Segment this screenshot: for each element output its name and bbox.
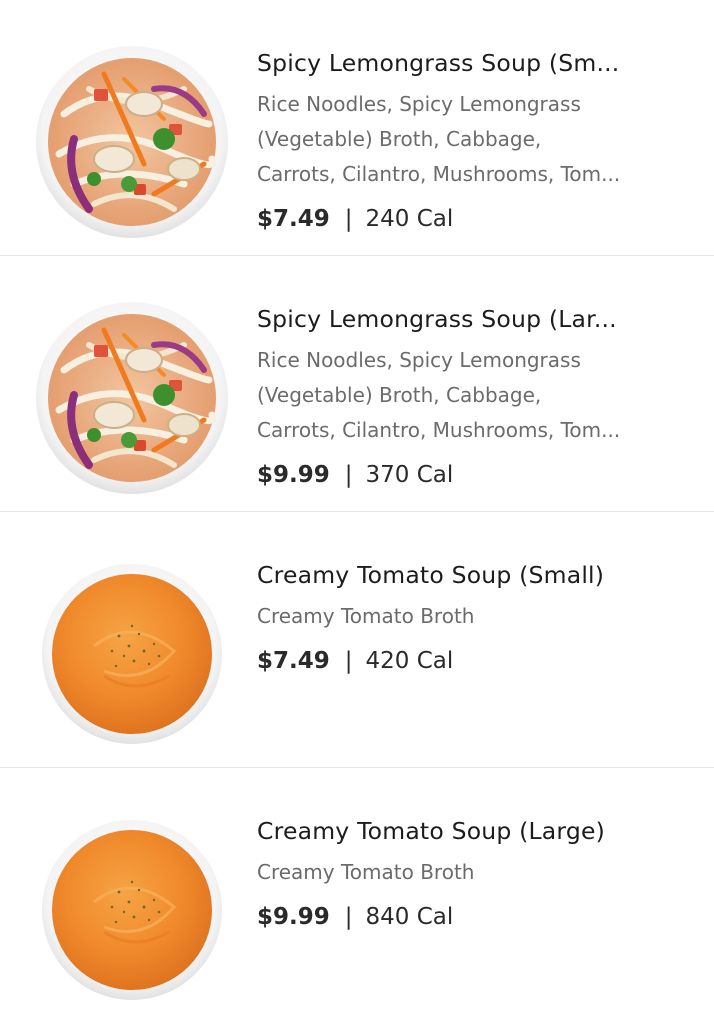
menu-item-info: Spicy Lemongrass Soup (Lar... Rice Noodl… (257, 304, 677, 490)
item-calories: 420 Cal (365, 648, 454, 674)
menu-item-tomato-large[interactable]: Creamy Tomato Soup (Large) Creamy Tomato… (0, 768, 714, 1027)
item-price: $7.49 (257, 206, 330, 232)
description-line: Carrots, Cilantro, Mushrooms, Tom... (257, 418, 621, 442)
price-calories: $9.99 | 840 Cal (257, 902, 677, 932)
separator: | (344, 462, 353, 488)
description-line: Carrots, Cilantro, Mushrooms, Tom... (257, 162, 621, 186)
item-description: Rice Noodles, Spicy Lemongrass (Vegetabl… (257, 87, 677, 192)
item-description: Creamy Tomato Broth (257, 599, 677, 634)
price-calories: $7.49 | 240 Cal (257, 204, 677, 234)
item-title[interactable]: Spicy Lemongrass Soup (Sm... (257, 48, 677, 78)
menu-item-tomato-small[interactable]: Creamy Tomato Soup (Small) Creamy Tomato… (0, 512, 714, 768)
item-calories: 370 Cal (365, 462, 454, 488)
item-description: Creamy Tomato Broth (257, 855, 677, 890)
item-price: $7.49 (257, 648, 330, 674)
description-line: Creamy Tomato Broth (257, 604, 475, 628)
item-title[interactable]: Spicy Lemongrass Soup (Lar... (257, 304, 677, 334)
item-title[interactable]: Creamy Tomato Soup (Large) (257, 816, 677, 846)
menu-item-lemongrass-large[interactable]: Spicy Lemongrass Soup (Lar... Rice Noodl… (0, 256, 714, 512)
description-line: Rice Noodles, Spicy Lemongrass (257, 348, 581, 372)
item-calories: 840 Cal (365, 904, 454, 930)
tomato-soup-image (34, 812, 230, 1008)
description-line: (Vegetable) Broth, Cabbage, (257, 127, 542, 151)
lemongrass-soup-image (34, 300, 230, 496)
item-price: $9.99 (257, 462, 330, 488)
separator: | (344, 206, 353, 232)
price-calories: $9.99 | 370 Cal (257, 460, 677, 490)
lemongrass-soup-image (34, 44, 230, 240)
menu-item-info: Creamy Tomato Soup (Large) Creamy Tomato… (257, 816, 677, 932)
menu-list: Spicy Lemongrass Soup (Sm... Rice Noodle… (0, 0, 714, 1024)
menu-item-info: Spicy Lemongrass Soup (Sm... Rice Noodle… (257, 48, 677, 234)
tomato-soup-image (34, 556, 230, 752)
description-line: Rice Noodles, Spicy Lemongrass (257, 92, 581, 116)
price-calories: $7.49 | 420 Cal (257, 646, 677, 676)
separator: | (344, 904, 353, 930)
item-price: $9.99 (257, 904, 330, 930)
separator: | (344, 648, 353, 674)
item-calories: 240 Cal (365, 206, 454, 232)
description-line: Creamy Tomato Broth (257, 860, 475, 884)
menu-item-info: Creamy Tomato Soup (Small) Creamy Tomato… (257, 560, 677, 676)
description-line: (Vegetable) Broth, Cabbage, (257, 383, 542, 407)
menu-item-lemongrass-small[interactable]: Spicy Lemongrass Soup (Sm... Rice Noodle… (0, 0, 714, 256)
item-title[interactable]: Creamy Tomato Soup (Small) (257, 560, 677, 590)
item-description: Rice Noodles, Spicy Lemongrass (Vegetabl… (257, 343, 677, 448)
